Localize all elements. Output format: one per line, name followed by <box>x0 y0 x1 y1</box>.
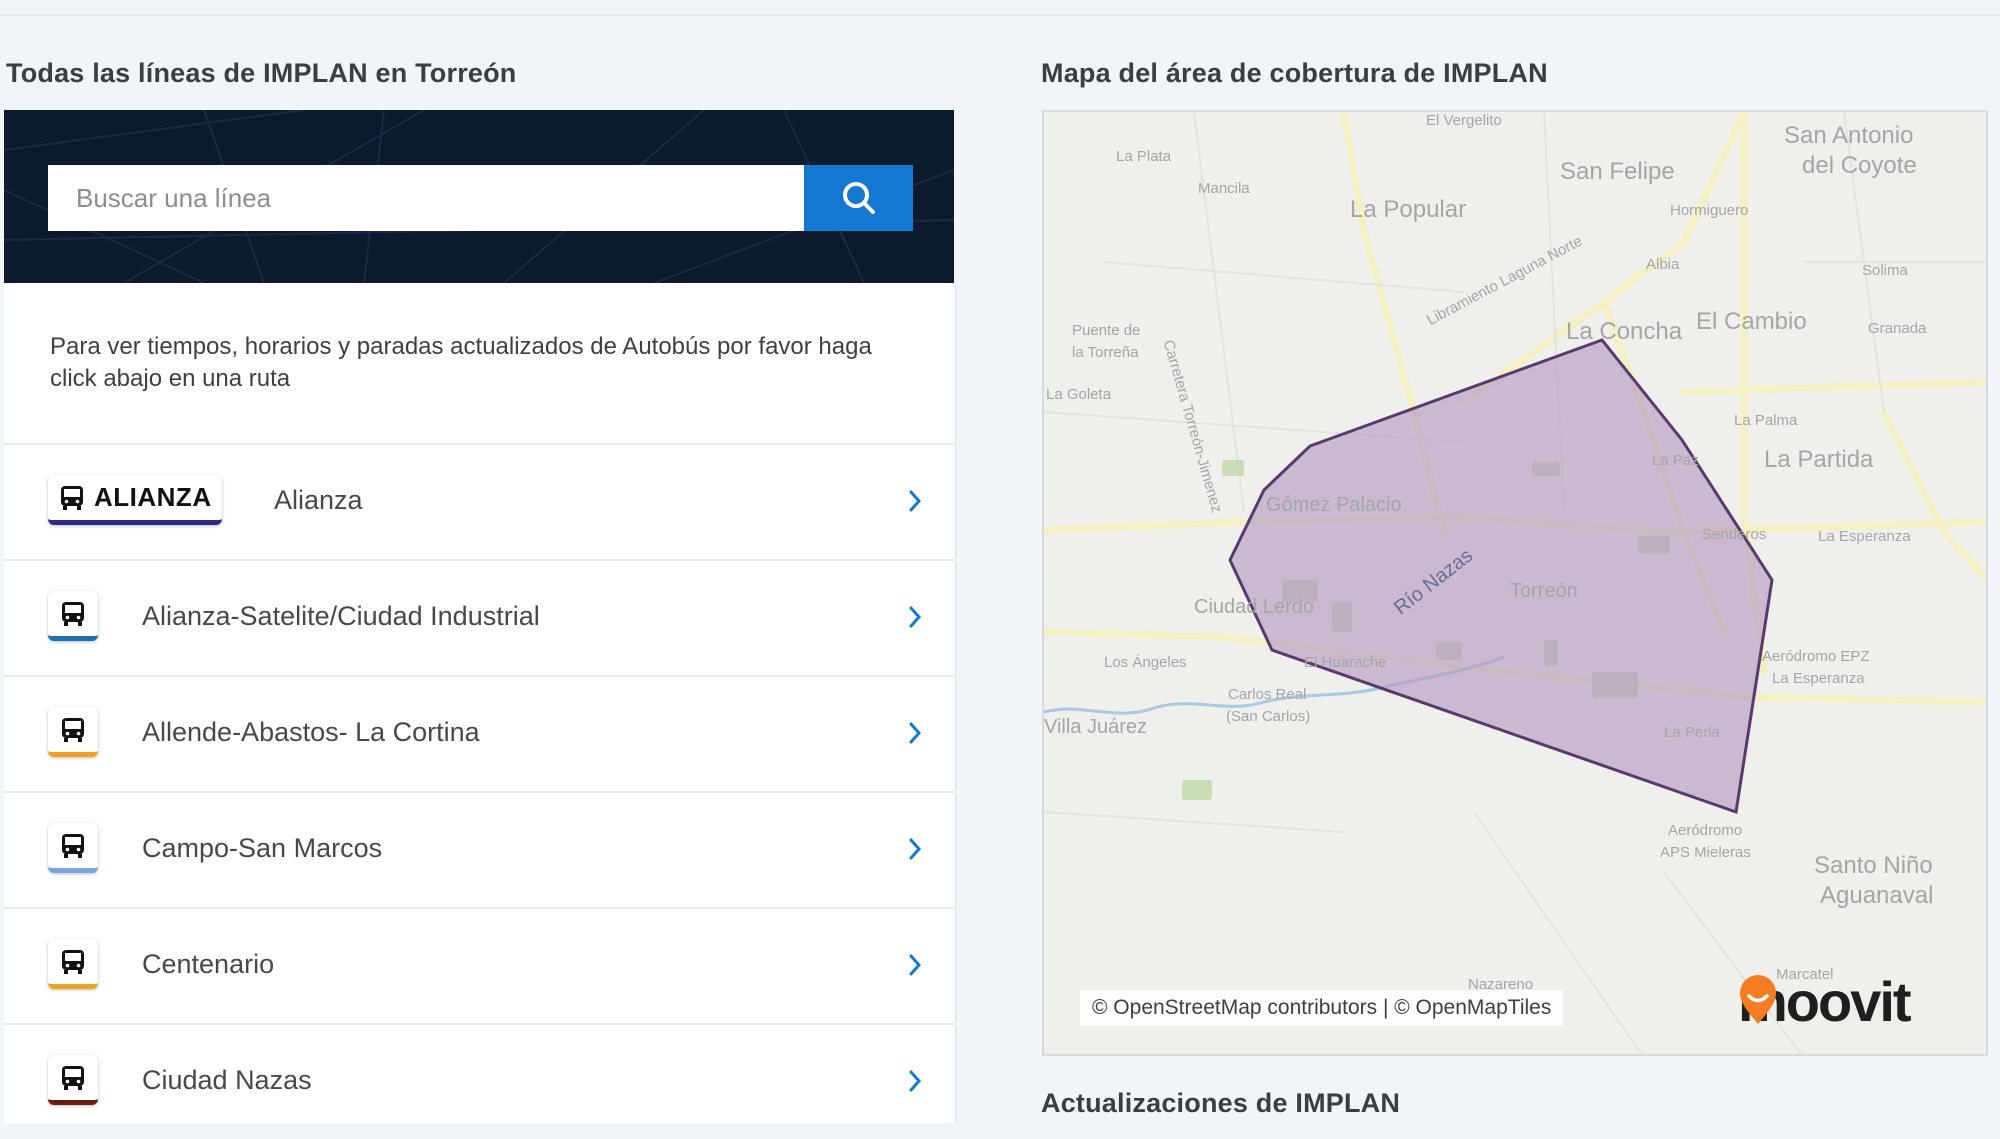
coverage-map[interactable]: El Vergelito San Antonio del Coyote La P… <box>1042 110 1988 1056</box>
line-name: Campo-San Marcos <box>142 833 383 863</box>
map-label: Gómez Palacio <box>1266 494 1402 516</box>
line-name: Centenario <box>142 949 275 979</box>
map-label: Aeródromo EPZ <box>1762 648 1870 665</box>
moovit-pin-icon <box>1740 975 1776 1024</box>
map-label: Los Ángeles <box>1104 654 1187 671</box>
line-badge <box>48 1055 98 1105</box>
line-badge-alianza: ALIANZA <box>48 475 222 525</box>
map-label: Carlos Real <box>1228 686 1307 703</box>
map-label: La Perla <box>1664 724 1720 741</box>
chevron-right-icon <box>909 954 922 976</box>
line-row-alianza[interactable]: ALIANZA Alianza <box>4 443 956 559</box>
map-label: La Plata <box>1116 148 1172 165</box>
lines-list-panel: Para ver tiempos, horarios y paradas act… <box>4 283 956 1123</box>
bus-icon <box>62 717 84 742</box>
map-label: Ciudad Lerdo <box>1194 596 1315 618</box>
map-label: La Paz <box>1652 452 1699 469</box>
map-label: La Esperanza <box>1818 528 1911 545</box>
bus-icon <box>61 485 83 510</box>
bus-icon <box>62 1065 84 1090</box>
bus-icon <box>62 949 84 974</box>
map-label: Villa Juárez <box>1044 716 1148 738</box>
map-label: La Palma <box>1734 412 1798 429</box>
map-label: Mancila <box>1198 180 1250 197</box>
coverage-area-polygon <box>1228 338 1774 815</box>
chevron-right-icon <box>909 490 922 512</box>
line-row[interactable]: Ciudad Nazas <box>4 1023 956 1139</box>
line-badge <box>48 939 98 989</box>
map-label: la Torreña <box>1072 344 1139 361</box>
line-row[interactable]: Centenario <box>4 907 956 1023</box>
map-label: Solima <box>1862 262 1908 279</box>
map-label: del Coyote <box>1802 152 1917 179</box>
map-label: El Huarache <box>1304 654 1387 671</box>
chevron-right-icon <box>909 838 922 860</box>
line-badge-text: ALIANZA <box>94 482 212 512</box>
map-label: Granada <box>1868 320 1927 337</box>
bus-icon <box>62 601 84 626</box>
map-label: Torreón <box>1510 580 1578 602</box>
map-label: La Esperanza <box>1772 670 1865 687</box>
search-header <box>4 110 954 283</box>
line-name: Ciudad Nazas <box>142 1065 312 1095</box>
line-name: Allende-Abastos- La Cortina <box>142 717 480 747</box>
bus-icon <box>62 833 84 858</box>
map-label: La Popular <box>1350 196 1467 223</box>
map-label: APS Mieleras <box>1660 844 1751 861</box>
line-row[interactable]: Allende-Abastos- La Cortina <box>4 675 956 791</box>
map-label: Albia <box>1646 256 1680 273</box>
line-name: Alianza-Satelite/Ciudad Industrial <box>142 601 540 631</box>
line-row[interactable]: Alianza-Satelite/Ciudad Industrial <box>4 559 956 675</box>
lines-section-title: Todas las líneas de IMPLAN en Torreón <box>6 58 517 88</box>
map-label: Senderos <box>1702 526 1767 543</box>
map-label: Puente de <box>1072 322 1141 339</box>
map-section-title: Mapa del área de cobertura de IMPLAN <box>1041 58 1548 88</box>
line-badge <box>48 591 98 641</box>
line-badge <box>48 707 98 757</box>
map-label: La Goleta <box>1046 386 1112 403</box>
intro-text: Para ver tiempos, horarios y paradas act… <box>50 333 872 392</box>
search-input[interactable] <box>48 165 808 231</box>
map-attribution[interactable]: © OpenStreetMap contributors | © OpenMap… <box>1080 990 1564 1026</box>
line-badge <box>48 823 98 873</box>
map-label: Aguanaval <box>1820 882 1934 909</box>
map-label: El Cambio <box>1696 308 1807 335</box>
search-button[interactable] <box>804 165 913 231</box>
map-label: Aeródromo <box>1668 822 1743 839</box>
map-label: Hormiguero <box>1670 202 1749 219</box>
search-icon <box>842 182 875 214</box>
line-row[interactable]: Campo-San Marcos <box>4 791 956 907</box>
chevron-right-icon <box>909 1070 922 1092</box>
map-label: Santo Niño <box>1814 852 1933 879</box>
updates-section-title: Actualizaciones de IMPLAN <box>1041 1088 1401 1118</box>
map-label: La Partida <box>1764 446 1874 473</box>
map-label: La Concha <box>1566 318 1683 345</box>
map-label: San Antonio <box>1784 122 1914 149</box>
map-label: San Felipe <box>1560 158 1675 185</box>
chevron-right-icon <box>909 606 922 628</box>
moovit-logo: moovit <box>1738 974 1912 1030</box>
map-label: (San Carlos) <box>1226 708 1311 725</box>
top-divider <box>0 14 2000 16</box>
map-label: El Vergelito <box>1426 112 1502 129</box>
chevron-right-icon <box>909 722 922 744</box>
line-name: Alianza <box>274 485 363 515</box>
